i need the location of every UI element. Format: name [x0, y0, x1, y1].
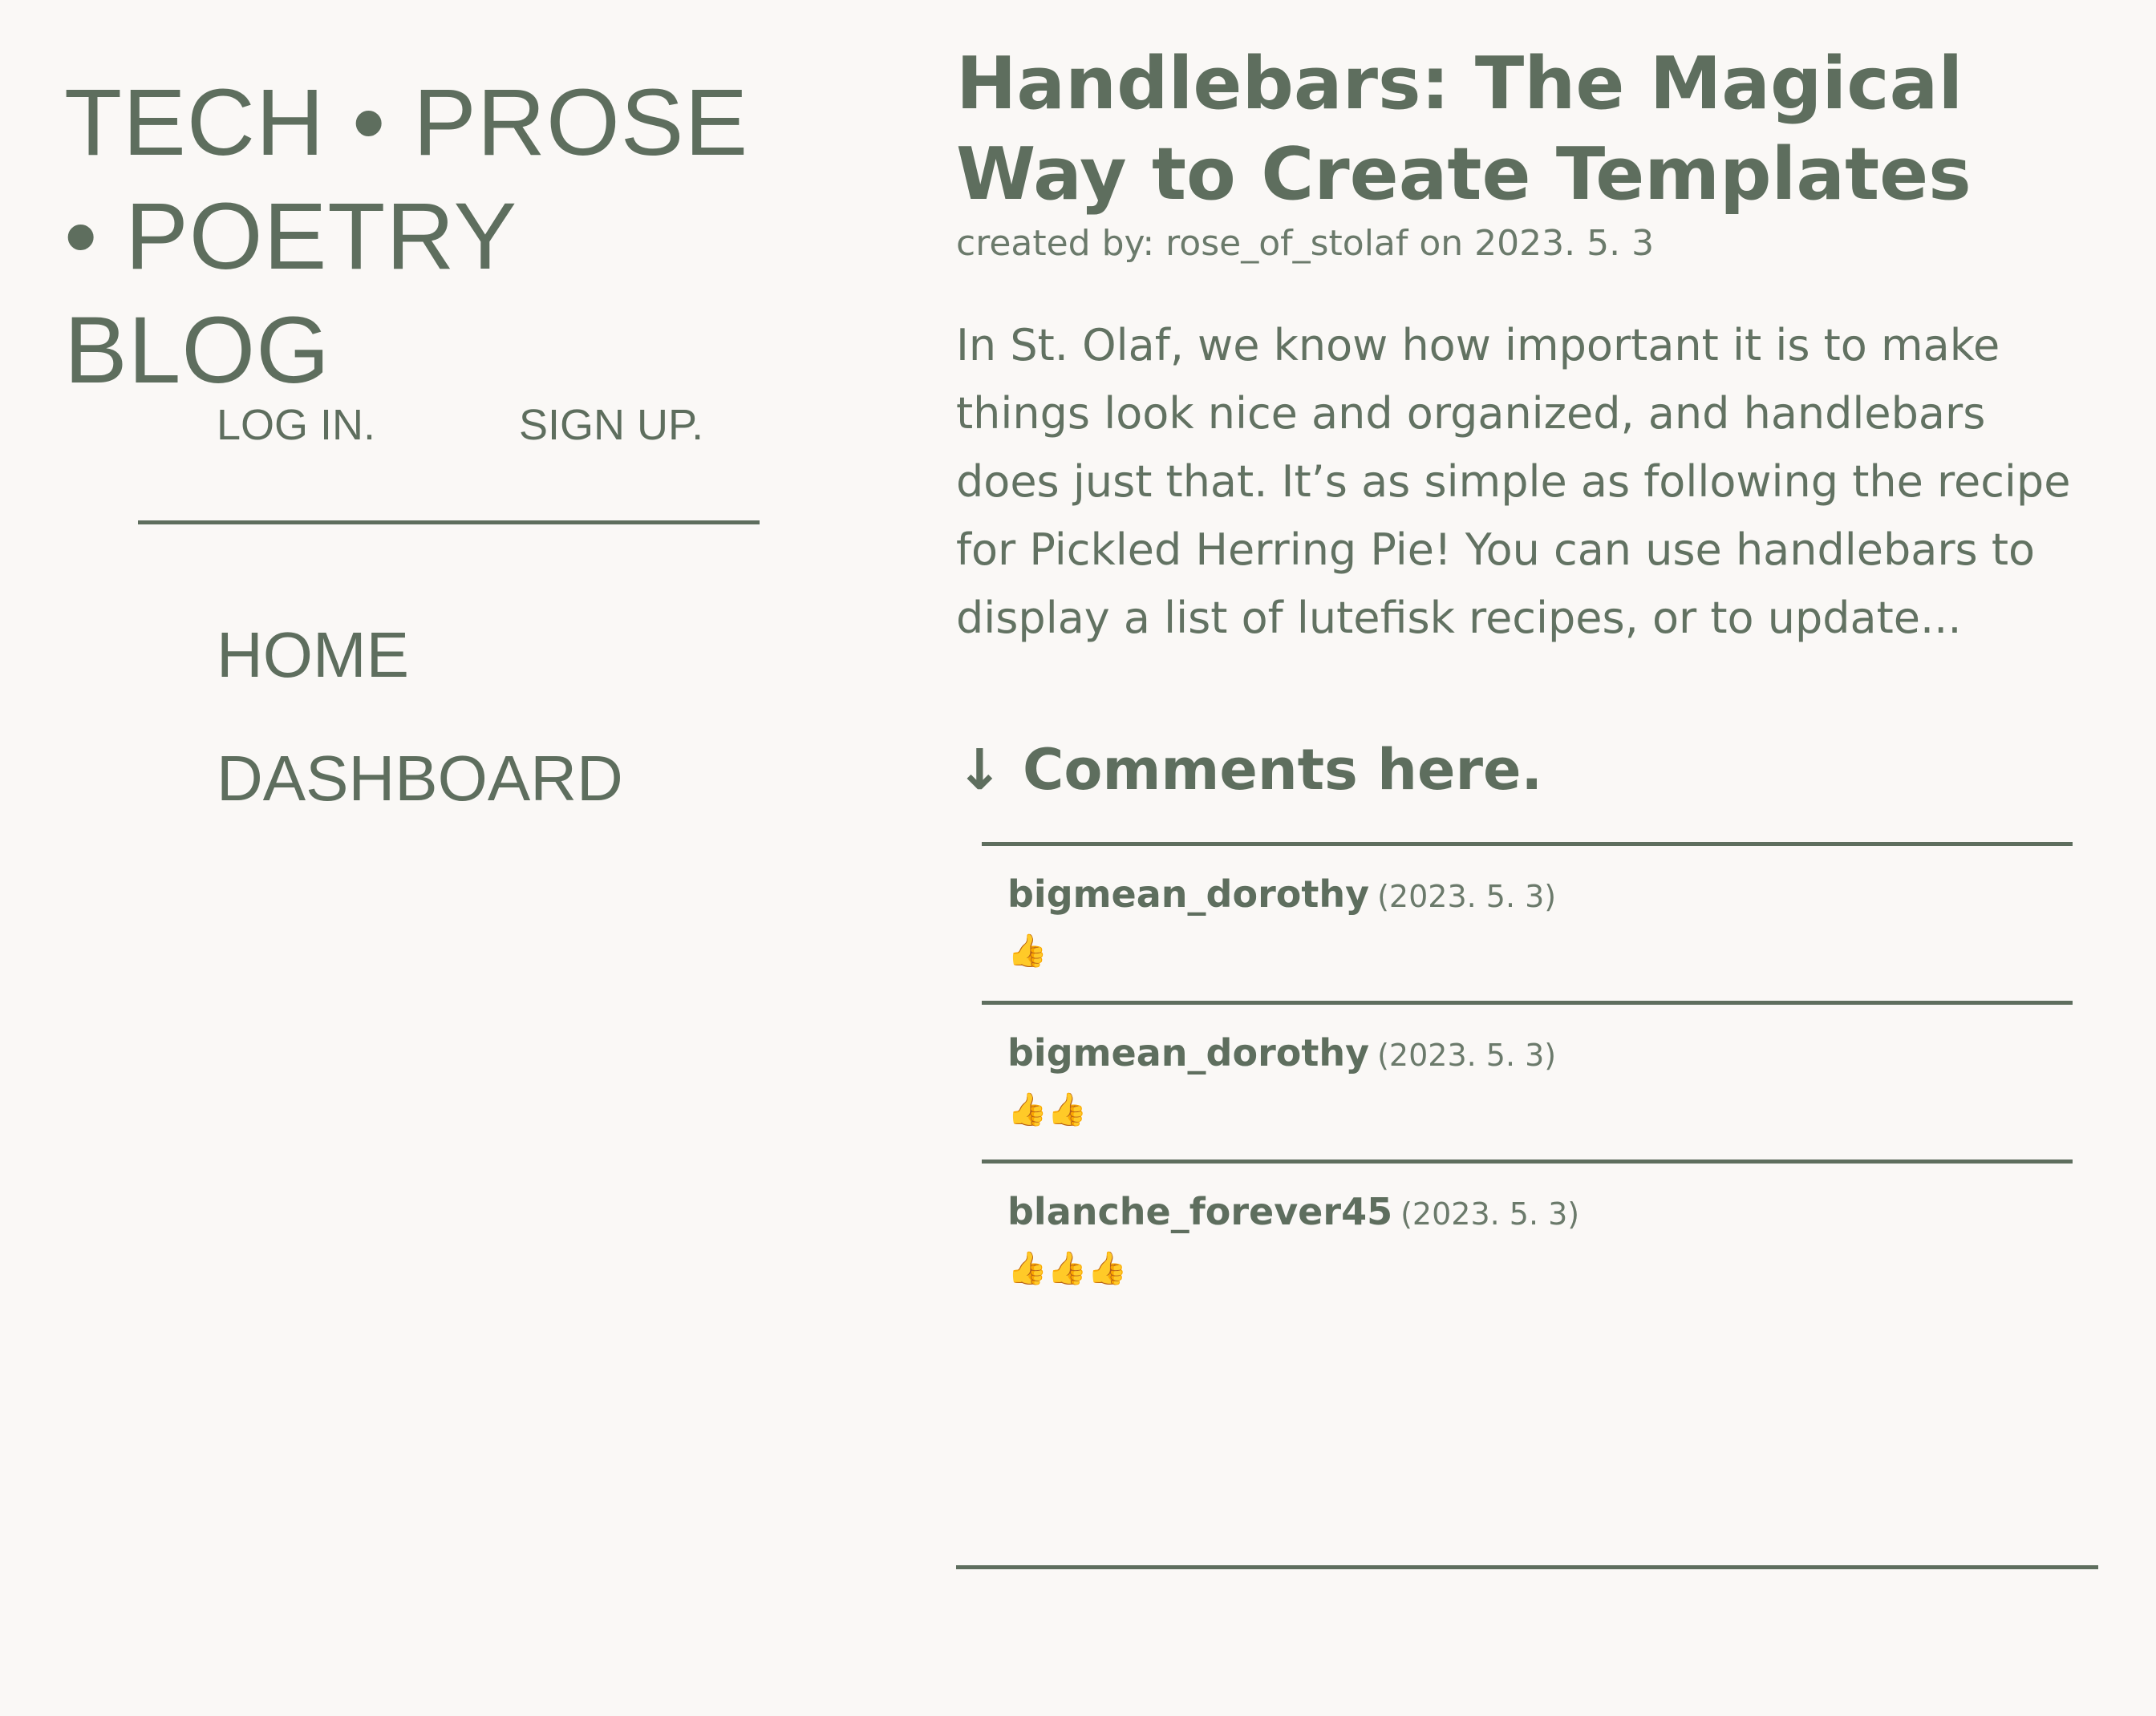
comment-header: bigmean_dorothy (2023. 5. 3): [1007, 1029, 2073, 1079]
login-link[interactable]: LOG IN.: [217, 393, 375, 457]
comment-header: bigmean_dorothy (2023. 5. 3): [1007, 870, 2073, 921]
main-nav: HOME DASHBOARD: [217, 593, 623, 840]
comment-item: bigmean_dorothy (2023. 5. 3) 👍: [982, 842, 2073, 1001]
comment-author: bigmean_dorothy: [1007, 1031, 1370, 1075]
blog-post: Handlebars: The Magical Way to Create Te…: [956, 38, 2111, 652]
comment-header: blanche_forever45 (2023. 5. 3): [1007, 1188, 2073, 1238]
page: TECH • PROSE • POETRY BLOG LOG IN. SIGN …: [0, 0, 2156, 1716]
comment-date: (2023. 5. 3): [1377, 879, 1557, 914]
comment-author: bigmean_dorothy: [1007, 872, 1370, 916]
post-meta: created by: rose_of_stolaf on 2023. 5. 3: [956, 223, 1655, 264]
site-title[interactable]: TECH • PROSE • POETRY BLOG: [64, 66, 786, 407]
footer-divider: [956, 1565, 2098, 1569]
comment-date: (2023. 5. 3): [1400, 1196, 1580, 1232]
comments-list: bigmean_dorothy (2023. 5. 3) 👍 bigmean_do…: [982, 842, 2073, 1318]
nav-item-dashboard[interactable]: DASHBOARD: [217, 717, 623, 840]
sidebar-divider: [138, 520, 760, 524]
post-excerpt: In St. Olaf, we know how important it is…: [956, 320, 2071, 643]
comment-item: bigmean_dorothy (2023. 5. 3) 👍👍: [982, 1001, 2073, 1160]
signup-link[interactable]: SIGN UP.: [519, 393, 703, 457]
post-title: Handlebars: The Magical Way to Create Te…: [956, 42, 1972, 217]
auth-links: LOG IN. SIGN UP.: [217, 393, 762, 457]
comment-body: 👍: [1007, 933, 1048, 969]
comment-author: blanche_forever45: [1007, 1190, 1393, 1233]
comment-body: 👍👍👍: [1007, 1250, 1128, 1287]
comment-body: 👍👍: [1007, 1091, 1088, 1128]
comment-date: (2023. 5. 3): [1377, 1038, 1557, 1073]
comment-item: blanche_forever45 (2023. 5. 3) 👍👍👍: [982, 1160, 2073, 1318]
comments-heading: ↓ Comments here.: [956, 737, 1543, 803]
nav-item-home[interactable]: HOME: [217, 593, 623, 717]
